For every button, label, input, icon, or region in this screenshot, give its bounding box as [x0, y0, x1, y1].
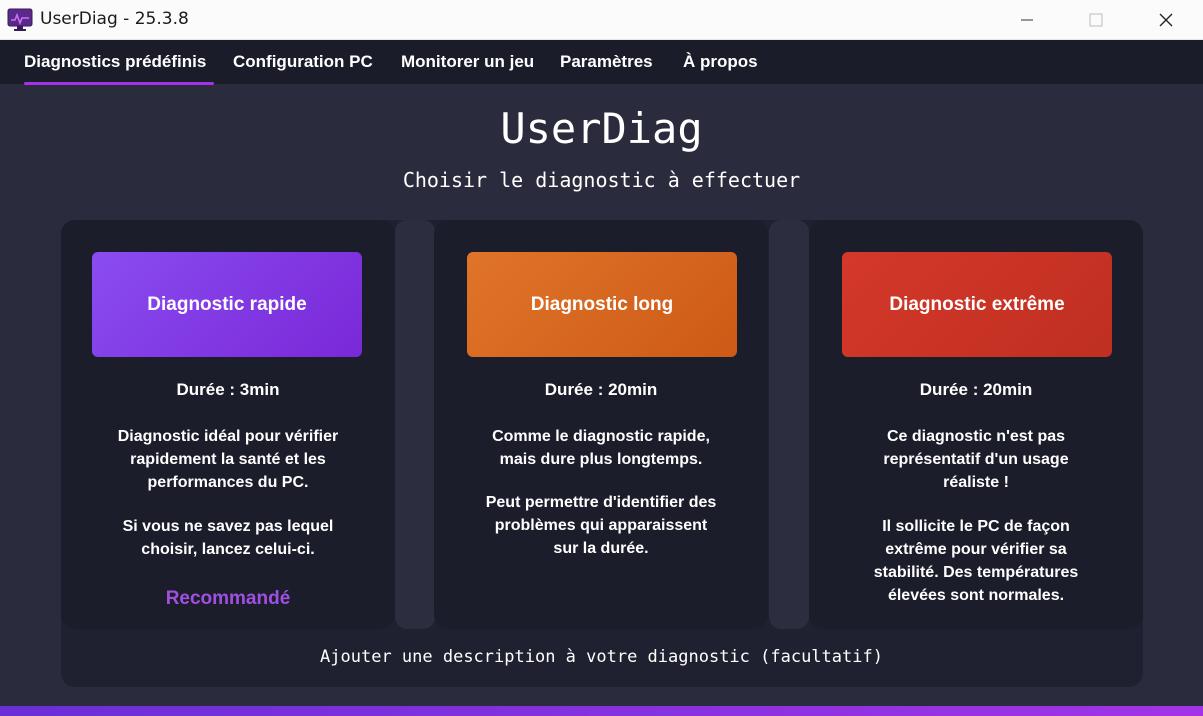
minimize-icon	[1021, 19, 1033, 21]
tab-configuration-pc[interactable]: Configuration PC	[233, 52, 373, 72]
description-extreme-warning: Il sollicite le PC de façon extrême pour…	[809, 515, 1143, 607]
description-line: rapidement la santé et les	[130, 451, 326, 468]
app-monitor-icon	[7, 8, 33, 31]
active-tab-indicator	[24, 82, 214, 85]
close-button[interactable]	[1143, 0, 1189, 40]
close-icon	[1159, 13, 1173, 27]
description-line: mais dure plus longtemps.	[499, 451, 703, 468]
diagnostic-long-button[interactable]: Diagnostic long	[467, 252, 737, 357]
card-separator	[769, 220, 809, 629]
tab-diagnostics-predefinis[interactable]: Diagnostics prédéfinis	[24, 52, 206, 72]
description-line: sur la durée.	[553, 540, 649, 557]
description-line: extrême pour vérifier sa	[885, 541, 1067, 558]
duration-rapide: Durée : 3min	[176, 380, 280, 399]
maximize-button[interactable]	[1073, 0, 1119, 40]
tab-monitorer-jeu[interactable]: Monitorer un jeu	[401, 52, 534, 72]
description-line: Peut permettre d'identifier des	[485, 494, 717, 511]
description-line: Il sollicite le PC de façon	[882, 518, 1070, 535]
description-line: réaliste !	[943, 474, 1009, 491]
page-title: UserDiag	[500, 104, 703, 153]
description-long-detail: Peut permettre d'identifier des problème…	[434, 491, 768, 560]
description-line: Comme le diagnostic rapide,	[492, 428, 710, 445]
main-nav: Diagnostics prédéfinis Configuration PC …	[0, 40, 1203, 84]
description-rapide: Diagnostic idéal pour vérifier rapidemen…	[61, 425, 395, 494]
maximize-icon	[1089, 13, 1103, 27]
description-line: performances du PC.	[147, 474, 309, 491]
card-separator	[395, 220, 435, 629]
description-rapide-hint: Si vous ne savez pas lequel choisir, lan…	[61, 515, 395, 561]
description-line: représentatif d'un usage	[883, 451, 1069, 468]
duration-long: Durée : 20min	[544, 380, 658, 399]
description-line: stabilité. Des températures	[873, 564, 1079, 581]
description-long: Comme le diagnostic rapide, mais dure pl…	[434, 425, 768, 471]
diagnostic-extreme-button[interactable]: Diagnostic extrême	[842, 252, 1112, 357]
description-line: Ce diagnostic n'est pas	[886, 428, 1066, 445]
tab-a-propos[interactable]: À propos	[683, 52, 758, 72]
bottom-accent-bar	[0, 706, 1203, 716]
window-title: UserDiag - 25.3.8	[40, 9, 189, 29]
description-line: Diagnostic idéal pour vérifier	[117, 428, 339, 445]
minimize-button[interactable]	[1004, 0, 1050, 40]
description-line: choisir, lancez celui-ci.	[141, 541, 315, 558]
tab-parametres[interactable]: Paramètres	[560, 52, 653, 72]
duration-extreme: Durée : 20min	[919, 380, 1033, 399]
diagnostic-rapide-button[interactable]: Diagnostic rapide	[92, 252, 362, 357]
description-line: élevées sont normales.	[887, 587, 1065, 604]
recommended-badge: Recommandé	[165, 588, 291, 609]
add-description-link[interactable]: Ajouter une description à votre diagnost…	[0, 647, 1203, 667]
description-extreme: Ce diagnostic n'est pas représentatif d'…	[809, 425, 1143, 494]
page-subtitle: Choisir le diagnostic à effectuer	[402, 168, 801, 192]
description-line: Si vous ne savez pas lequel	[122, 518, 334, 535]
description-line: problèmes qui apparaissent	[494, 517, 708, 534]
title-bar: UserDiag - 25.3.8	[0, 0, 1203, 40]
